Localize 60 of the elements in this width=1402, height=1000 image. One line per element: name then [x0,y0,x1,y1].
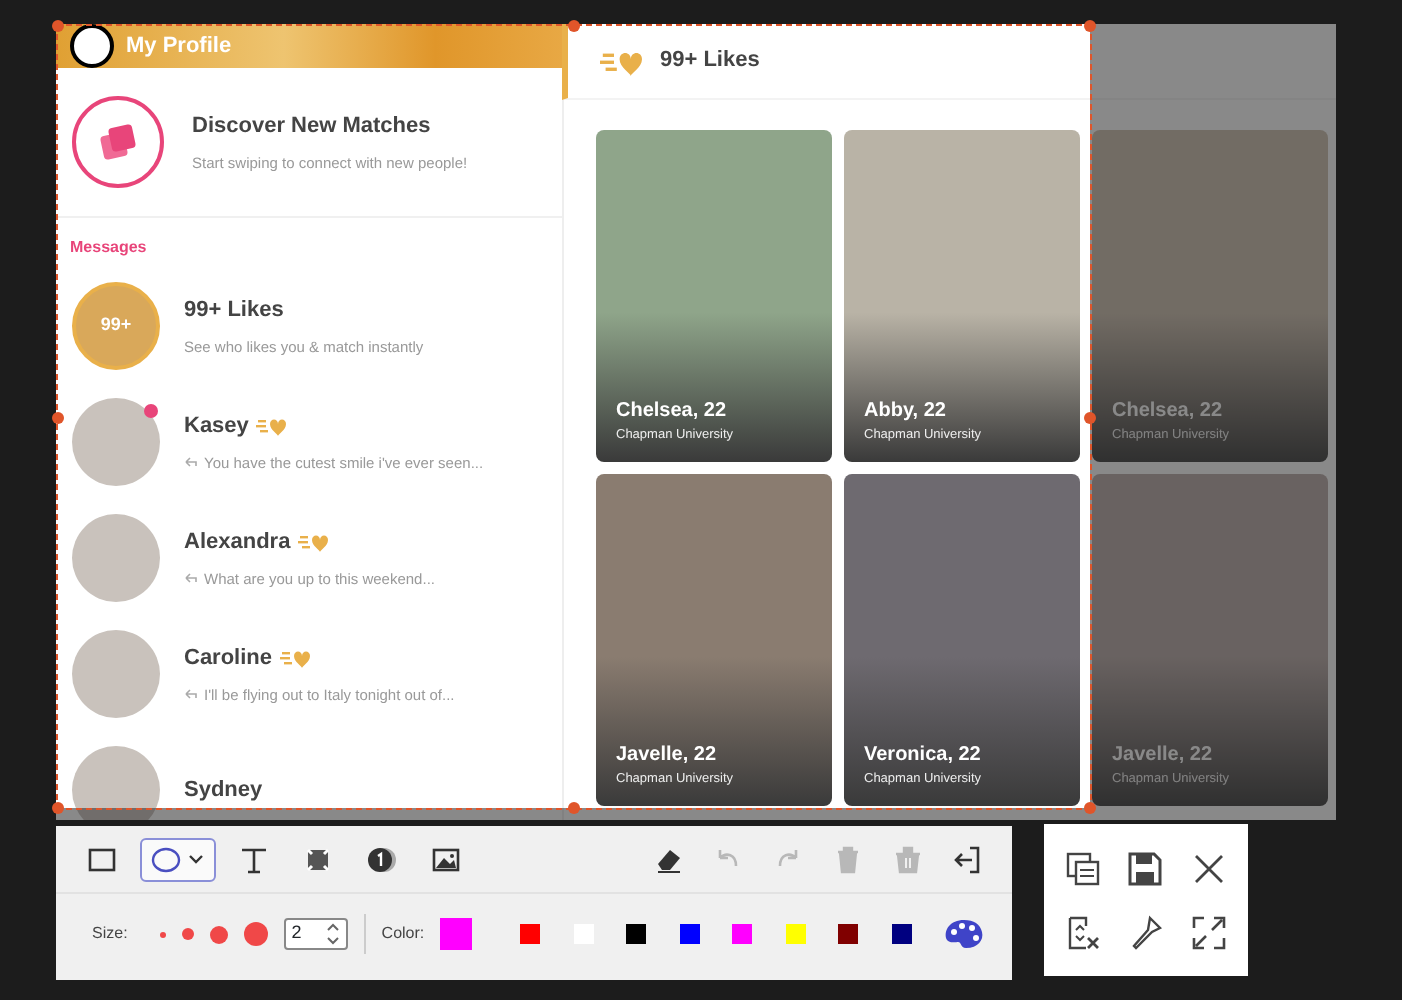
size-spinner[interactable]: 2 [283,918,348,950]
cards-icon [98,122,138,162]
ellipse-icon [150,843,182,875]
palette-icon[interactable] [944,918,985,950]
heart-icon [600,47,644,75]
avatar-circle[interactable] [70,24,114,68]
discover-title[interactable]: Discover New Matches [192,110,468,144]
image-icon [430,843,462,875]
reply-icon [184,456,198,469]
card-name: Javelle, 22 [1112,742,1215,771]
card-name: Abby, 22 [864,398,948,427]
resize-handle[interactable] [1084,20,1096,32]
current-color[interactable] [440,918,473,950]
color-swatch[interactable] [679,924,700,944]
numbered-circle-icon [366,843,398,875]
resize-handle[interactable] [568,20,580,32]
reply-icon [184,688,198,701]
text-extract-icon [1064,913,1103,951]
ellipse-tool[interactable] [140,837,216,881]
selection-frame[interactable] [56,24,1092,810]
likes-count: 99+ [100,312,132,339]
color-label: Color: [381,922,425,946]
card-name: Chelsea, 22 [616,398,729,427]
caret-icon [186,849,206,869]
size-label: Size: [92,922,128,946]
discover-ring[interactable] [72,96,164,188]
size-dot[interactable] [181,928,194,940]
reply-icon [184,572,198,585]
resize-handle[interactable] [52,20,64,32]
expand-icon [1189,913,1228,951]
likes-title: 99+ Likes [660,46,760,77]
color-swatch[interactable] [838,924,859,944]
card-name: Veronica, 22 [864,742,983,771]
card-name: Javelle, 22 [616,742,719,771]
color-swatch[interactable] [520,924,541,944]
card-name: Chelsea, 22 [1112,398,1225,427]
size-dot[interactable] [209,925,228,943]
trash-icon [892,843,924,875]
close-icon [1189,849,1228,887]
mosaic-icon [302,843,334,875]
size-value: 2 [291,920,302,947]
exit-icon [952,843,984,875]
contact-name[interactable]: Kasey [184,410,249,444]
contact-name[interactable]: Alexandra [184,526,291,560]
contact-name[interactable]: 99+ Likes [184,294,284,328]
resize-handle[interactable] [52,802,64,814]
square-icon [86,843,118,875]
color-swatch[interactable] [626,924,647,944]
messages-heading: Messages [68,236,149,260]
copy-icon [1064,849,1103,887]
spinner-arrows-icon [325,922,340,946]
text-icon [238,843,270,875]
size-dot[interactable] [243,922,268,946]
color-swatch[interactable] [785,924,806,944]
contact-name[interactable]: Caroline [184,642,273,676]
contact-name[interactable]: Sydney [184,773,263,807]
color-swatch[interactable] [732,924,753,944]
color-swatch[interactable] [891,924,912,944]
size-dot[interactable] [159,931,166,937]
trash-icon [832,843,864,875]
